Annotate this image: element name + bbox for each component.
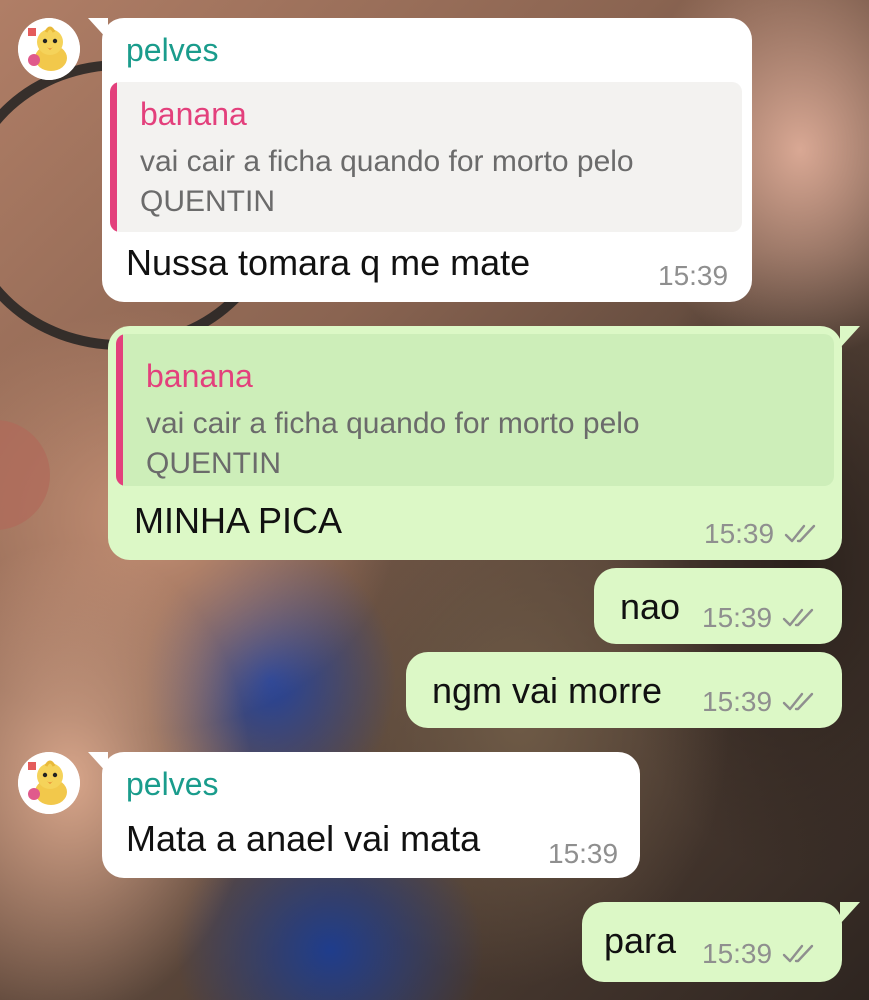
message-text: Nussa tomara q me mate bbox=[126, 242, 531, 283]
reply-quote[interactable]: banana vai cair a ficha quando for morto… bbox=[110, 82, 742, 232]
incoming-message-bubble[interactable]: pelves banana vai cair a ficha quando fo… bbox=[102, 18, 752, 302]
bubble-tail bbox=[840, 326, 860, 348]
message-text: MINHA PICA bbox=[134, 500, 343, 541]
sender-name[interactable]: pelves bbox=[126, 32, 219, 69]
wallpaper-lips-shape bbox=[0, 420, 50, 530]
quote-author: banana bbox=[140, 96, 247, 132]
message-time: 15:39 bbox=[702, 938, 773, 969]
double-check-icon bbox=[782, 606, 818, 630]
message-time: 15:39 bbox=[702, 686, 773, 717]
message-time: 15:39 bbox=[702, 602, 773, 633]
duck-avatar-icon[interactable] bbox=[18, 18, 80, 80]
message-text: Mata a anael vai mata bbox=[126, 818, 481, 859]
quote-text-line2: QUENTIN bbox=[146, 447, 281, 480]
quote-text-line1: vai cair a ficha quando for morto pelo bbox=[140, 145, 634, 178]
bubble-tail bbox=[840, 902, 860, 924]
quote-text-line1: vai cair a ficha quando for morto pelo bbox=[146, 407, 640, 440]
message-text: nao bbox=[620, 586, 681, 627]
message-time: 15:39 bbox=[548, 838, 619, 869]
message-time: 15:39 bbox=[704, 518, 775, 549]
double-check-icon bbox=[782, 942, 818, 966]
outgoing-message-bubble[interactable]: banana vai cair a ficha quando for morto… bbox=[108, 326, 842, 560]
message-time: 15:39 bbox=[658, 260, 729, 291]
message-text: para bbox=[604, 920, 677, 961]
quote-accent-bar bbox=[116, 334, 123, 486]
duck-avatar-icon[interactable] bbox=[18, 752, 80, 814]
reply-quote[interactable]: banana vai cair a ficha quando for morto… bbox=[116, 334, 834, 486]
incoming-message-bubble[interactable]: pelves Mata a anael vai mata 15:39 bbox=[102, 752, 640, 878]
double-check-icon bbox=[782, 690, 818, 714]
double-check-icon bbox=[784, 522, 820, 546]
sender-name[interactable]: pelves bbox=[126, 766, 219, 803]
outgoing-message-bubble[interactable]: ngm vai morre 15:39 bbox=[406, 652, 842, 728]
quote-accent-bar bbox=[110, 82, 117, 232]
message-text: ngm vai morre bbox=[432, 670, 663, 711]
quote-author: banana bbox=[146, 358, 253, 394]
quote-text-line2: QUENTIN bbox=[140, 185, 275, 218]
outgoing-message-bubble[interactable]: para 15:39 bbox=[582, 902, 842, 982]
outgoing-message-bubble[interactable]: nao 15:39 bbox=[594, 568, 842, 644]
